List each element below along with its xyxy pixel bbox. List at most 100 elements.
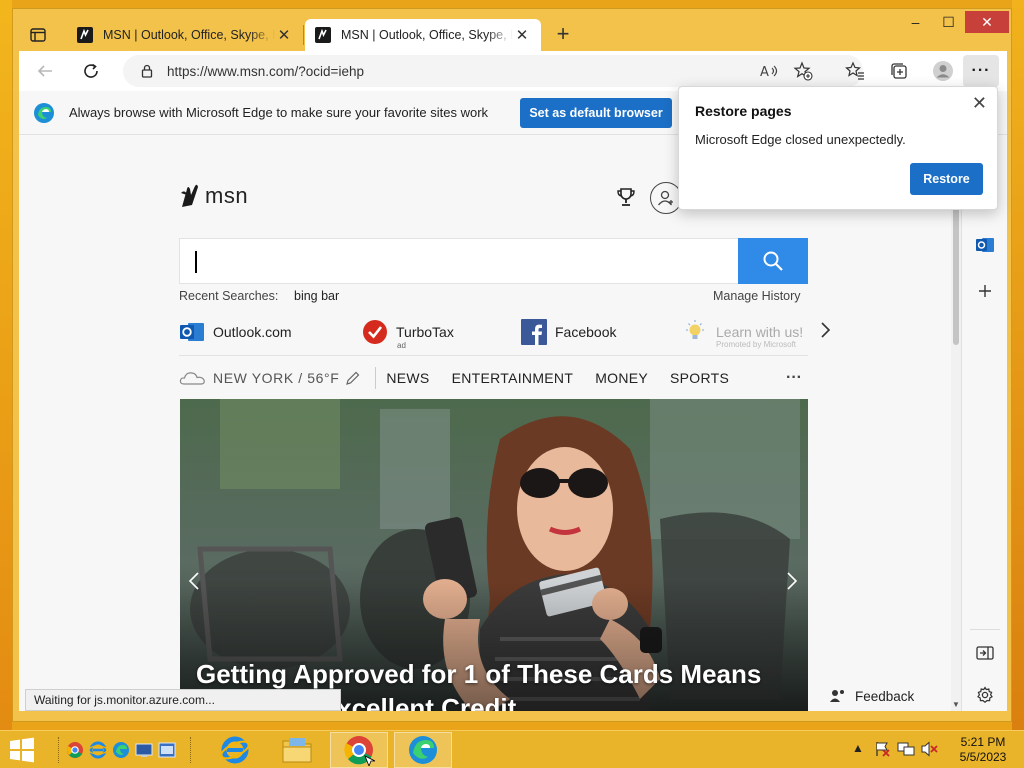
- taskbar-grip: [190, 737, 193, 763]
- outlook-sidebar-icon[interactable]: [973, 233, 997, 257]
- refresh-icon[interactable]: [77, 57, 105, 85]
- add-sidebar-app-icon[interactable]: [973, 279, 997, 303]
- set-default-browser-button[interactable]: Set as default browser: [520, 98, 672, 128]
- taskbar-file-explorer-button[interactable]: [268, 732, 326, 768]
- msn-search-input[interactable]: [179, 238, 739, 284]
- quicklink-turbotax[interactable]: TurboTax: [362, 317, 454, 347]
- msn-nav-bar: NEW YORK / 56°F NEWS ENTERTAINMENT MONEY…: [179, 355, 808, 399]
- add-favorite-icon[interactable]: [791, 59, 815, 83]
- nav-news[interactable]: NEWS: [386, 370, 429, 386]
- promoted-label: Promoted by Microsoft: [716, 340, 797, 349]
- quicklink-label: Learn with us!: [716, 324, 804, 340]
- dialog-message: Microsoft Edge closed unexpectedly.: [695, 132, 906, 147]
- favorites-icon[interactable]: [843, 59, 867, 83]
- tab-msn-1[interactable]: MSN | Outlook, Office, Skype, Bing, Brea…: [67, 19, 303, 51]
- settings-and-more-button[interactable]: ···: [963, 55, 999, 87]
- clock-date: 5/5/2023: [959, 750, 1007, 764]
- hero-carousel[interactable]: Getting Approved for 1 of These Cards Me…: [180, 399, 808, 711]
- text-caret: [195, 251, 197, 273]
- msn-logo-text: msn: [205, 183, 249, 208]
- desktop-background-left: [0, 0, 12, 730]
- infobar-message: Always browse with Microsoft Edge to mak…: [69, 105, 489, 120]
- quicklink-facebook[interactable]: Facebook: [521, 317, 616, 347]
- read-aloud-icon[interactable]: A: [757, 59, 781, 83]
- action-center-flag-icon[interactable]: [874, 741, 890, 757]
- sidebar-settings-gear-icon[interactable]: [973, 683, 997, 707]
- close-window-button[interactable]: ✕: [965, 11, 1009, 33]
- lightbulb-icon: [686, 320, 704, 339]
- scrollbar-thumb[interactable]: [953, 195, 959, 345]
- taskbar-edge-button[interactable]: [394, 732, 452, 768]
- network-icon[interactable]: [897, 741, 915, 757]
- search-button[interactable]: [738, 238, 808, 284]
- recent-search-item[interactable]: bing bar: [294, 289, 339, 303]
- windows-taskbar: ▲ 5:21 PM 5/5/2023: [0, 730, 1024, 768]
- taskbar-ie-button[interactable]: [206, 732, 264, 768]
- sidebar-divider: [970, 629, 1000, 630]
- nav-sports[interactable]: SPORTS: [670, 370, 729, 386]
- quicklink-label: Outlook.com: [213, 324, 292, 340]
- facebook-icon: [521, 319, 547, 345]
- hide-sidebar-icon[interactable]: [973, 641, 997, 665]
- msn-favicon-icon: [77, 27, 93, 43]
- address-url: https://www.msn.com/?ocid=iehp: [167, 63, 364, 79]
- edit-pencil-icon[interactable]: [345, 370, 361, 386]
- quicklinks-next-icon[interactable]: [819, 321, 831, 344]
- restore-button[interactable]: Restore: [910, 163, 983, 195]
- ie-quicklaunch-icon[interactable]: [89, 741, 107, 759]
- feedback-icon: [830, 690, 844, 702]
- back-icon[interactable]: [31, 57, 59, 85]
- profile-icon[interactable]: [931, 59, 955, 83]
- collections-icon[interactable]: [887, 59, 911, 83]
- desktop-background-right: [1012, 0, 1024, 730]
- edge-quicklaunch-icon[interactable]: [112, 741, 130, 759]
- tab-close-icon[interactable]: ✕: [275, 26, 293, 44]
- show-hidden-icons-icon[interactable]: ▲: [852, 741, 864, 755]
- manage-history-link[interactable]: Manage History: [713, 289, 801, 303]
- quicklink-label: TurboTax: [396, 324, 454, 340]
- system-clock[interactable]: 5:21 PM 5/5/2023: [948, 735, 1018, 765]
- clock-time: 5:21 PM: [960, 735, 1006, 749]
- feedback-button[interactable]: Feedback: [829, 683, 914, 709]
- taskbar-chrome-button[interactable]: [330, 732, 388, 768]
- scroll-down-arrow-icon[interactable]: ▼: [951, 700, 961, 709]
- tab-msn-2[interactable]: MSN | Outlook, Office, Skype, Bing, Brea…: [305, 19, 541, 51]
- web-content: msn Recent Searches: bing bar Manage His…: [19, 135, 951, 711]
- restore-pages-dialog: Restore pages ✕ Microsoft Edge closed un…: [678, 86, 998, 210]
- msn-favicon-icon: [315, 27, 331, 43]
- nav-entertainment[interactable]: ENTERTAINMENT: [452, 370, 574, 386]
- msn-logo[interactable]: msn: [179, 183, 248, 209]
- nav-more-icon[interactable]: ···: [786, 369, 802, 387]
- vertical-scrollbar[interactable]: ▼: [951, 135, 961, 711]
- minimize-button[interactable]: –: [899, 11, 932, 33]
- maximize-button[interactable]: ☐: [932, 11, 965, 33]
- weather-widget[interactable]: NEW YORK / 56°F: [179, 370, 361, 386]
- edge-logo-icon: [34, 102, 54, 123]
- window-controls: – ☐ ✕: [899, 11, 1009, 33]
- feedback-label: Feedback: [855, 688, 915, 704]
- rewards-trophy-icon[interactable]: [616, 187, 636, 210]
- dialog-title: Restore pages: [695, 103, 792, 119]
- window-switch-quicklaunch-icon[interactable]: [158, 741, 176, 759]
- taskbar-grip: [58, 737, 61, 763]
- outlook-icon: [180, 323, 204, 341]
- recent-searches-label: Recent Searches:: [179, 289, 279, 303]
- new-tab-button[interactable]: +: [551, 23, 575, 47]
- desktop-quicklaunch-icon[interactable]: [135, 741, 153, 759]
- dialog-close-icon[interactable]: ✕: [972, 93, 987, 114]
- chrome-quicklaunch-icon[interactable]: [66, 741, 84, 759]
- quicklink-outlook[interactable]: Outlook.com: [179, 317, 292, 347]
- cloud-icon: [179, 371, 205, 385]
- tab-title: MSN | Outlook, Office, Skype, Bing, Brea…: [341, 28, 513, 42]
- tab-close-icon[interactable]: ✕: [513, 26, 531, 44]
- windows-start-icon[interactable]: [8, 737, 36, 763]
- turbotax-icon: [363, 320, 387, 344]
- quicklink-label: Facebook: [555, 324, 617, 340]
- tab-actions-icon[interactable]: [27, 25, 49, 45]
- status-bar: Waiting for js.monitor.azure.com...: [25, 689, 341, 711]
- nav-money[interactable]: MONEY: [595, 370, 648, 386]
- tab-title: MSN | Outlook, Office, Skype, Bing, Brea…: [103, 28, 275, 42]
- msn-butterfly-icon: [181, 184, 198, 207]
- address-bar[interactable]: https://www.msn.com/?ocid=iehp: [123, 55, 863, 87]
- volume-muted-icon[interactable]: [921, 741, 939, 757]
